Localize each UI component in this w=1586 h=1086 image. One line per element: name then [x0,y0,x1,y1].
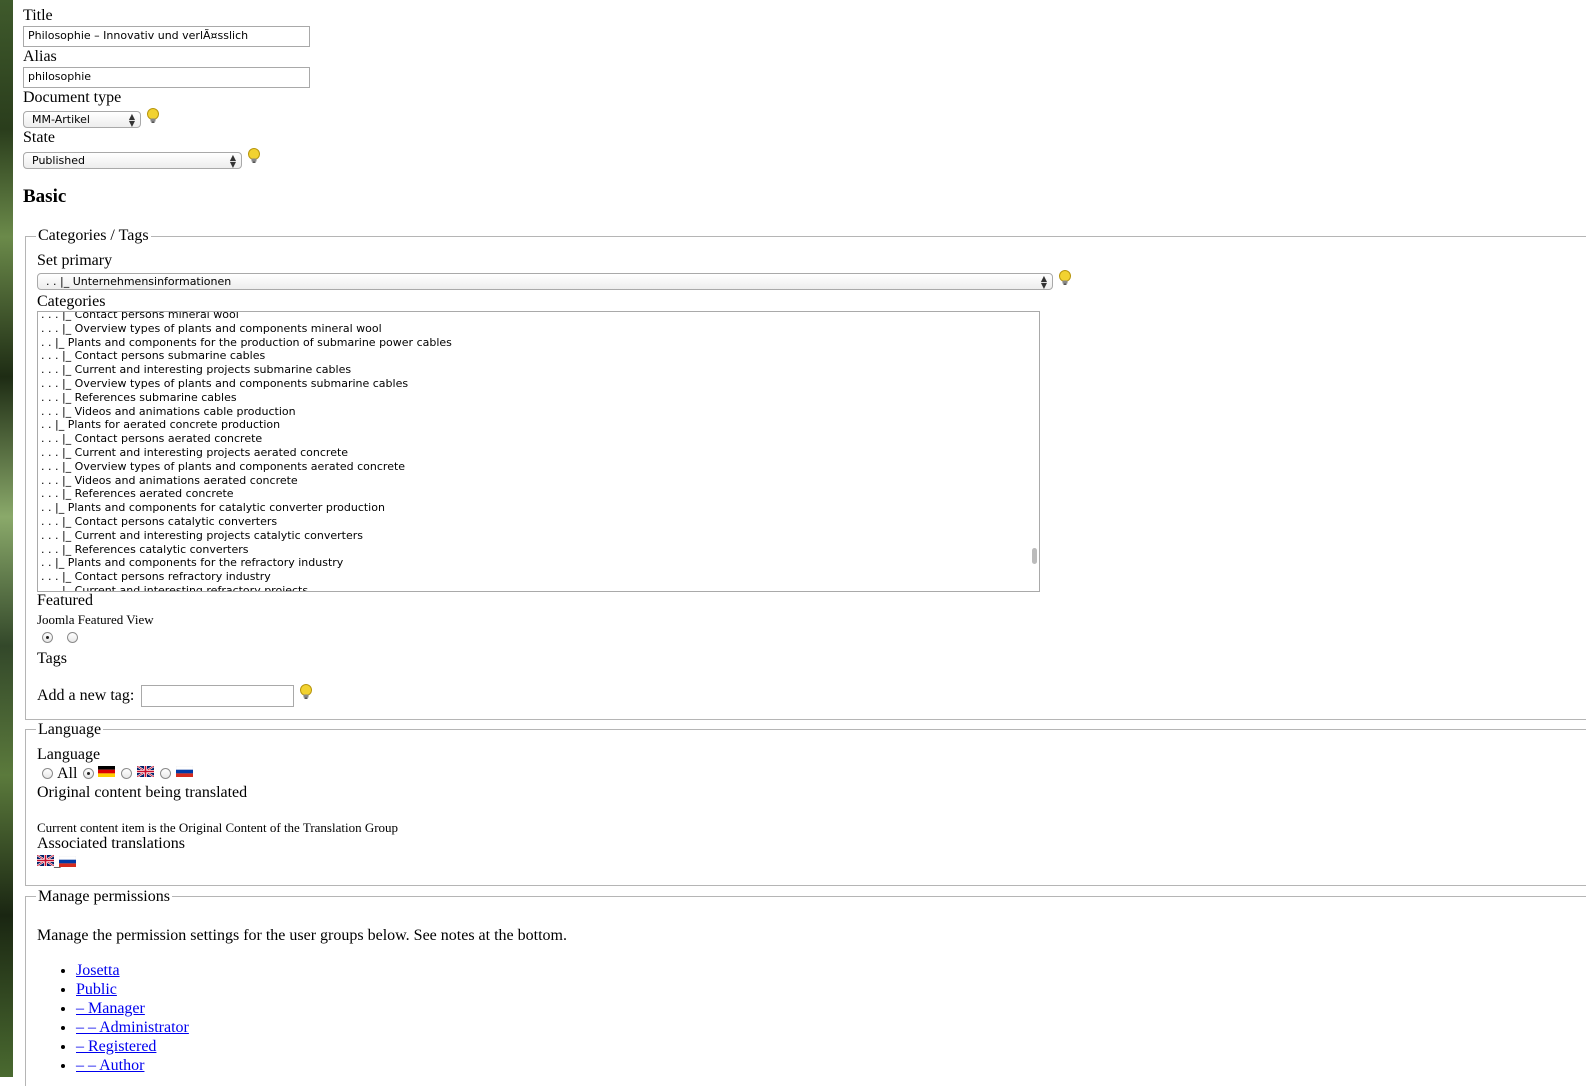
hint-bulb-icon[interactable] [146,108,160,124]
language-fieldset [25,729,1586,886]
select-arrows-icon: ▲ ▼ [128,112,135,128]
category-option[interactable]: . . . |_ Overview types of plants and co… [38,322,452,336]
hint-bulb-icon[interactable] [247,148,261,164]
featured-no-radio[interactable] [67,632,78,643]
title-label: Title [23,7,53,24]
featured-yes-radio[interactable] [42,632,53,643]
category-option[interactable]: . . . |_ References aerated concrete [38,487,452,501]
category-option[interactable]: . . . |_ Overview types of plants and co… [38,377,452,391]
category-option[interactable]: . . . |_ Videos and animations cable pro… [38,405,452,419]
category-option[interactable]: . . |_ Plants for aerated concrete produ… [38,418,452,432]
permissions-fieldset [25,896,1586,1086]
category-option[interactable]: . . . |_ Contact persons mineral wool [38,312,452,322]
category-option[interactable]: . . . |_ Contact persons catalytic conve… [38,515,452,529]
language-ru-radio[interactable] [160,768,171,779]
category-option[interactable]: . . . |_ References submarine cables [38,391,452,405]
permission-group-item: – – Author [76,1056,189,1075]
permission-group-item: Public [76,980,189,999]
featured-view-label: Joomla Featured View [37,612,154,627]
background-photo-strip [0,0,13,1077]
category-option[interactable]: . . . |_ Contact persons aerated concret… [38,432,452,446]
set-primary-label: Set primary [37,252,113,269]
hint-bulb-icon[interactable] [1058,270,1072,286]
category-option[interactable]: . . . |_ Contact persons submarine cable… [38,349,452,363]
permission-group-item: Josetta [76,961,189,980]
category-option[interactable]: . . . |_ Current and interesting refract… [38,584,452,591]
language-all-radio[interactable] [42,768,53,779]
permission-group-item: – Registered [76,1037,189,1056]
tags-label: Tags [37,650,67,667]
permission-group-link[interactable]: – Registered [76,1038,156,1055]
category-option[interactable]: . . |_ Plants and components for the pro… [38,336,452,350]
category-option[interactable]: . . . |_ Current and interesting project… [38,363,452,377]
category-option[interactable]: . . |_ Plants and components for catalyt… [38,501,452,515]
permission-group-link[interactable]: – – Author [76,1057,144,1074]
flag-uk-icon[interactable] [37,855,54,866]
permission-group-item: – Manager [76,999,189,1018]
language-legend: Language [36,720,104,739]
category-option[interactable]: . . . |_ Current and interesting project… [38,446,452,460]
doctype-select[interactable]: MM-Artikel ▲ ▼ [23,111,141,128]
alias-label: Alias [23,48,57,65]
category-option[interactable]: . . . |_ Overview types of plants and co… [38,460,452,474]
flag-ru-icon [176,766,193,777]
state-value: Published [32,154,85,167]
select-arrows-icon: ▲ ▼ [229,153,236,169]
language-label: Language [37,746,101,763]
set-primary-value: . . |_ Unternehmensinformationen [46,275,232,288]
category-option[interactable]: . . |_ Plants and components for the ref… [38,556,452,570]
add-tag-label: Add a new tag: [37,687,135,704]
language-en-radio[interactable] [121,768,132,779]
basic-heading: Basic [23,186,67,207]
set-primary-select[interactable]: . . |_ Unternehmensinformationen ▲ ▼ [37,273,1053,290]
permissions-legend: Manage permissions [36,887,172,906]
flag-ru-icon[interactable] [59,856,76,867]
flag-de-icon [98,766,115,777]
flag-uk-icon [137,766,154,777]
permission-group-link[interactable]: Public [76,981,117,998]
associated-translations-label: Associated translations [37,835,185,852]
category-option[interactable]: . . . |_ Videos and animations aerated c… [38,474,452,488]
state-select[interactable]: Published ▲ ▼ [23,152,242,169]
permission-group-link[interactable]: – – Administrator [76,1019,189,1036]
alias-input[interactable]: philosophie [23,67,310,88]
category-option[interactable]: . . . |_ Current and interesting project… [38,529,452,543]
add-tag-input[interactable] [141,685,294,707]
categories-label: Categories [37,293,106,310]
doctype-label: Document type [23,89,122,106]
language-all-label: All [57,765,78,782]
title-input[interactable]: Philosophie – Innovativ und verlÃ¤sslich [23,26,310,47]
featured-label: Featured [37,592,93,609]
hint-bulb-icon[interactable] [299,684,313,700]
category-option[interactable]: . . . |_ Contact persons refractory indu… [38,570,452,584]
original-content-label: Original content being translated [37,784,248,801]
permission-group-item: – – Administrator [76,1018,189,1037]
categories-listbox[interactable]: . . . |_ Contact persons mineral wool. .… [37,311,1040,592]
categories-legend: Categories / Tags [36,226,151,245]
permission-groups-list: Josetta Public – Manager – – Administrator –… [56,961,189,1075]
permissions-intro: Manage the permission settings for the u… [37,927,567,944]
doctype-value: MM-Artikel [32,113,90,126]
language-de-radio[interactable] [83,768,94,779]
select-arrows-icon: ▲ ▼ [1040,274,1047,290]
permission-group-link[interactable]: Josetta [76,962,120,979]
category-option[interactable]: . . . |_ References catalytic converters [38,543,452,557]
permission-group-link[interactable]: – Manager [76,1000,145,1017]
listbox-scrollbar[interactable] [1032,548,1037,564]
state-label: State [23,129,55,146]
